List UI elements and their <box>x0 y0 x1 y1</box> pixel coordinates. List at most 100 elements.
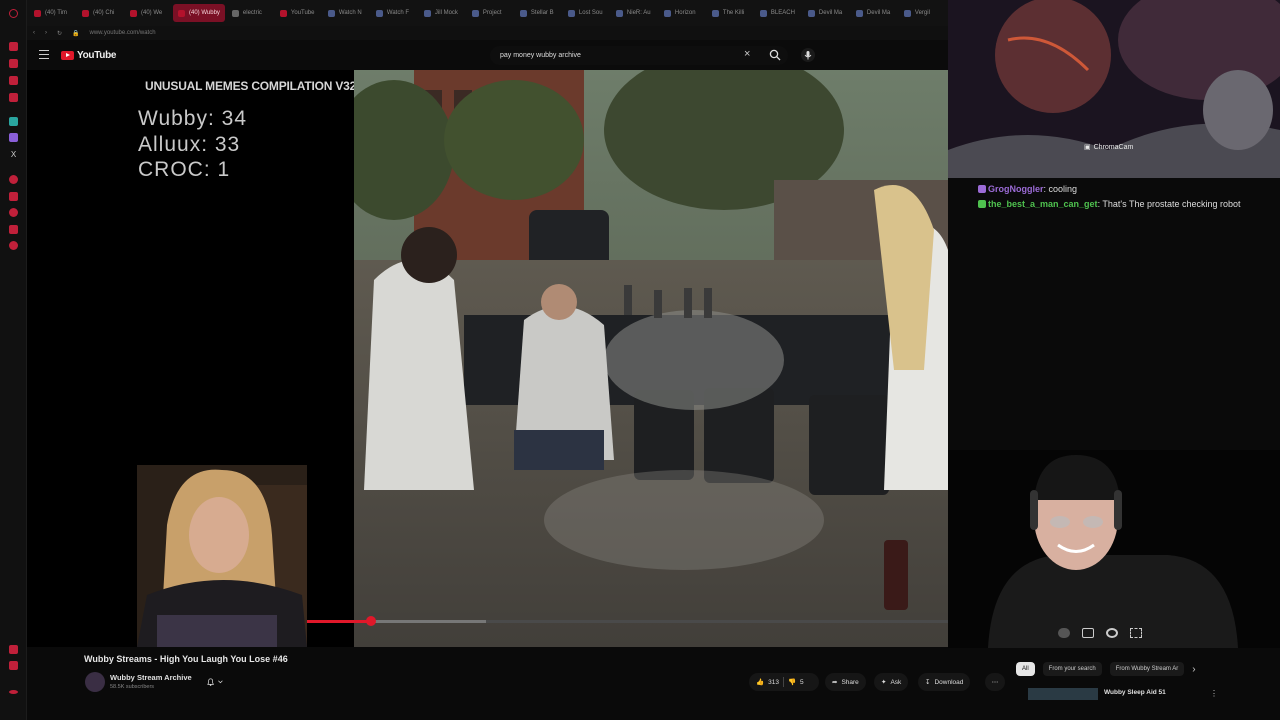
score-croc: CROC: 1 <box>138 158 231 181</box>
tab-favicon-icon <box>711 9 719 17</box>
microphone-icon[interactable] <box>801 48 815 62</box>
sidebar-app-icon[interactable] <box>9 117 18 126</box>
browser-tab[interactable]: Jill Mock <box>419 4 465 22</box>
ask-button[interactable]: ✦ Ask <box>874 673 909 691</box>
score-alluux: Alluux: 33 <box>138 133 241 156</box>
sidebar-app-icon[interactable] <box>9 59 18 68</box>
tab-favicon-icon <box>855 9 863 17</box>
browser-tab[interactable]: electric <box>227 4 273 22</box>
channel-name[interactable]: Wubby Stream Archive <box>110 673 192 682</box>
subscriber-count: 58.5K subscribers <box>110 684 155 690</box>
search-query: pay money wubby archive <box>500 52 581 59</box>
player-controls <box>1058 628 1142 638</box>
more-icon[interactable] <box>9 690 18 694</box>
sidebar-app-icon[interactable] <box>9 192 18 201</box>
notification-bell-button[interactable] <box>207 676 223 688</box>
autoplay-toggle-icon[interactable] <box>1058 628 1070 638</box>
close-icon[interactable]: × <box>744 49 750 60</box>
chevron-right-icon[interactable]: › <box>1192 664 1195 675</box>
more-actions-button[interactable]: ⋯ <box>985 673 1005 691</box>
thumbs-up-icon[interactable]: 👍 <box>756 678 764 686</box>
captions-icon[interactable] <box>1082 628 1094 638</box>
history-icon[interactable] <box>9 208 18 217</box>
tab-label: (40) We <box>141 10 163 16</box>
browser-tab[interactable]: (40) Tim <box>29 4 75 22</box>
browser-tab[interactable]: Watch N <box>323 4 369 22</box>
browser-tab[interactable]: Devil Ma <box>851 4 897 22</box>
chat-message: the_best_a_man_can_get: That's The prost… <box>978 198 1278 210</box>
address-bar[interactable]: ‹ › ↻ 🔒 www.youtube.com/watch <box>27 26 948 40</box>
sidebar-app-icon[interactable] <box>9 225 18 234</box>
browser-tab[interactable]: Lost Sou <box>563 4 609 22</box>
browser-tab[interactable]: BLEACH <box>755 4 801 22</box>
settings-gear-icon[interactable] <box>1106 628 1118 638</box>
forward-icon[interactable]: › <box>45 30 47 36</box>
youtube-logo-text: YouTube <box>77 50 117 61</box>
chip-from-channel[interactable]: From Wubby Stream Ar <box>1109 662 1185 676</box>
chip-from-your-search[interactable]: From your search <box>1042 662 1102 676</box>
browser-tab[interactable]: Devil Ma <box>803 4 849 22</box>
video-frame[interactable] <box>354 70 948 647</box>
tab-label: Watch N <box>338 10 362 16</box>
tab-label: Stellar B <box>530 10 554 16</box>
tab-label: BLEACH <box>770 10 795 16</box>
reload-icon[interactable]: ↻ <box>57 30 62 37</box>
search-icon[interactable] <box>769 49 781 61</box>
tab-favicon-icon <box>903 9 911 17</box>
chip-all[interactable]: All <box>1016 662 1035 676</box>
sidebar-app-icon[interactable] <box>9 76 18 85</box>
progress-buffered <box>371 620 487 623</box>
tab-favicon-icon <box>375 9 383 17</box>
streamer-webcam-left <box>137 465 307 647</box>
exit-fullscreen-icon[interactable] <box>1130 628 1142 638</box>
browser-tab[interactable]: Vergil <box>899 4 945 22</box>
tab-label: YouTube <box>290 10 315 16</box>
sidebar-app-icon[interactable] <box>9 645 18 654</box>
browser-tab[interactable]: YouTube <box>275 4 321 22</box>
recommended-video-thumbnail[interactable] <box>1028 688 1098 700</box>
sidebar-app-icon[interactable] <box>9 661 18 670</box>
video-title: Wubby Streams - High You Laugh You Lose … <box>84 654 288 664</box>
download-button[interactable]: ↧ Download <box>918 673 971 691</box>
browser-tab[interactable]: Watch F <box>371 4 417 22</box>
browser-tab[interactable]: (40) Chi <box>77 4 123 22</box>
share-button[interactable]: ➦ Share <box>825 673 866 691</box>
overlay-planet-image <box>948 0 1280 178</box>
tab-label: Vergil <box>914 10 930 16</box>
dislike-count[interactable]: 5 <box>800 679 804 686</box>
tab-label: NieR: Au <box>626 10 651 16</box>
sidebar-app-icon[interactable] <box>9 42 18 51</box>
webcam-image <box>948 450 1280 648</box>
browser-tab[interactable]: Horizon <box>659 4 705 22</box>
browser-tab[interactable]: (40) We <box>125 4 171 22</box>
twitch-icon[interactable] <box>9 133 18 142</box>
settings-icon[interactable] <box>9 241 18 250</box>
browser-tab[interactable]: Stellar B <box>515 4 561 22</box>
like-dislike-group: 👍 313 👎 5 <box>749 673 819 691</box>
tab-label: Devil Ma <box>866 10 891 16</box>
browser-tab[interactable]: (40) Wubby <box>173 4 225 22</box>
recommended-video-title[interactable]: Wubby Sleep Aid 51 <box>1104 689 1166 696</box>
sidebar-app-icon[interactable] <box>9 175 18 184</box>
tab-favicon-icon <box>231 9 239 17</box>
share-label: Share <box>841 678 859 686</box>
browser-tab[interactable]: Project <box>467 4 513 22</box>
browser-tab[interactable]: NieR: Au <box>611 4 657 22</box>
hamburger-menu-icon[interactable] <box>39 50 49 59</box>
chat-username[interactable]: the_best_a_man_can_get <box>988 199 1098 209</box>
url-text[interactable]: www.youtube.com/watch <box>90 30 156 36</box>
browser-tab[interactable]: The Killi <box>707 4 753 22</box>
chat-username[interactable]: GrogNoggler <box>988 184 1044 194</box>
back-icon[interactable]: ‹ <box>33 30 35 36</box>
channel-avatar[interactable] <box>85 672 105 692</box>
more-vertical-icon[interactable]: ⋮ <box>1210 689 1218 698</box>
video-scene-image <box>354 70 948 647</box>
like-count[interactable]: 313 <box>768 679 779 686</box>
sidebar-app-icon[interactable] <box>9 93 18 102</box>
thumbs-down-icon[interactable]: 👎 <box>788 678 796 686</box>
youtube-logo[interactable]: YouTube <box>61 50 117 61</box>
tab-strip: (40) Tim (40) Chi (40) We (40) Wubby electri… <box>27 0 948 26</box>
x-icon[interactable]: X <box>9 150 18 159</box>
opera-logo-icon[interactable] <box>9 9 18 18</box>
tab-label: (40) Chi <box>93 10 115 16</box>
